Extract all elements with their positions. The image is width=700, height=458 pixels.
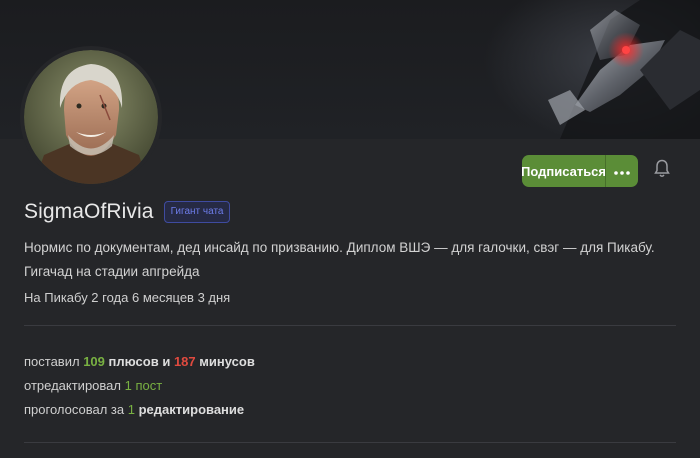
edited-posts-link[interactable]: 1 пост: [125, 378, 163, 393]
stats-edit-votes-prefix: проголосовал за: [24, 402, 125, 417]
stats-votes-middle: плюсов и: [108, 354, 171, 369]
subscribe-button[interactable]: Подписаться: [522, 155, 606, 187]
stats-votes-line: поставил 109 плюсов и 187 минусов: [24, 350, 255, 374]
divider: [24, 442, 676, 443]
more-dots-icon: [614, 162, 630, 180]
username-row: SigmaOfRivia Гигант чата: [24, 200, 231, 224]
divider: [24, 325, 676, 326]
stats-votes-prefix: поставил: [24, 354, 80, 369]
username: SigmaOfRivia: [24, 200, 154, 223]
stats-votes-suffix: минусов: [199, 354, 255, 369]
bell-icon: [654, 159, 670, 183]
profile-actions: Подписаться: [522, 155, 672, 187]
edit-votes-count: 1: [127, 402, 135, 417]
stats-edit-votes-line: проголосовал за 1 редактирование: [24, 398, 255, 422]
more-button[interactable]: [605, 155, 638, 187]
profile-bio: Нормис по документам, дед инсайд по приз…: [24, 240, 655, 279]
stats-edit-votes-suffix: редактирование: [138, 402, 245, 417]
minus-count: 187: [173, 354, 196, 369]
notifications-bell-button[interactable]: [652, 159, 672, 183]
stats-edits-prefix: отредактировал: [24, 378, 121, 393]
avatar[interactable]: [24, 50, 158, 184]
member-since: На Пикабу 2 года 6 месяцев 3 дня: [24, 290, 231, 305]
subscribe-button-group: Подписаться: [522, 155, 638, 187]
profile-stats: поставил 109 плюсов и 187 минусов отреда…: [24, 350, 255, 422]
plus-count: 109: [83, 354, 105, 369]
rank-badge[interactable]: Гигант чата: [163, 201, 231, 223]
stats-edits-line: отредактировал 1 пост: [24, 374, 255, 398]
